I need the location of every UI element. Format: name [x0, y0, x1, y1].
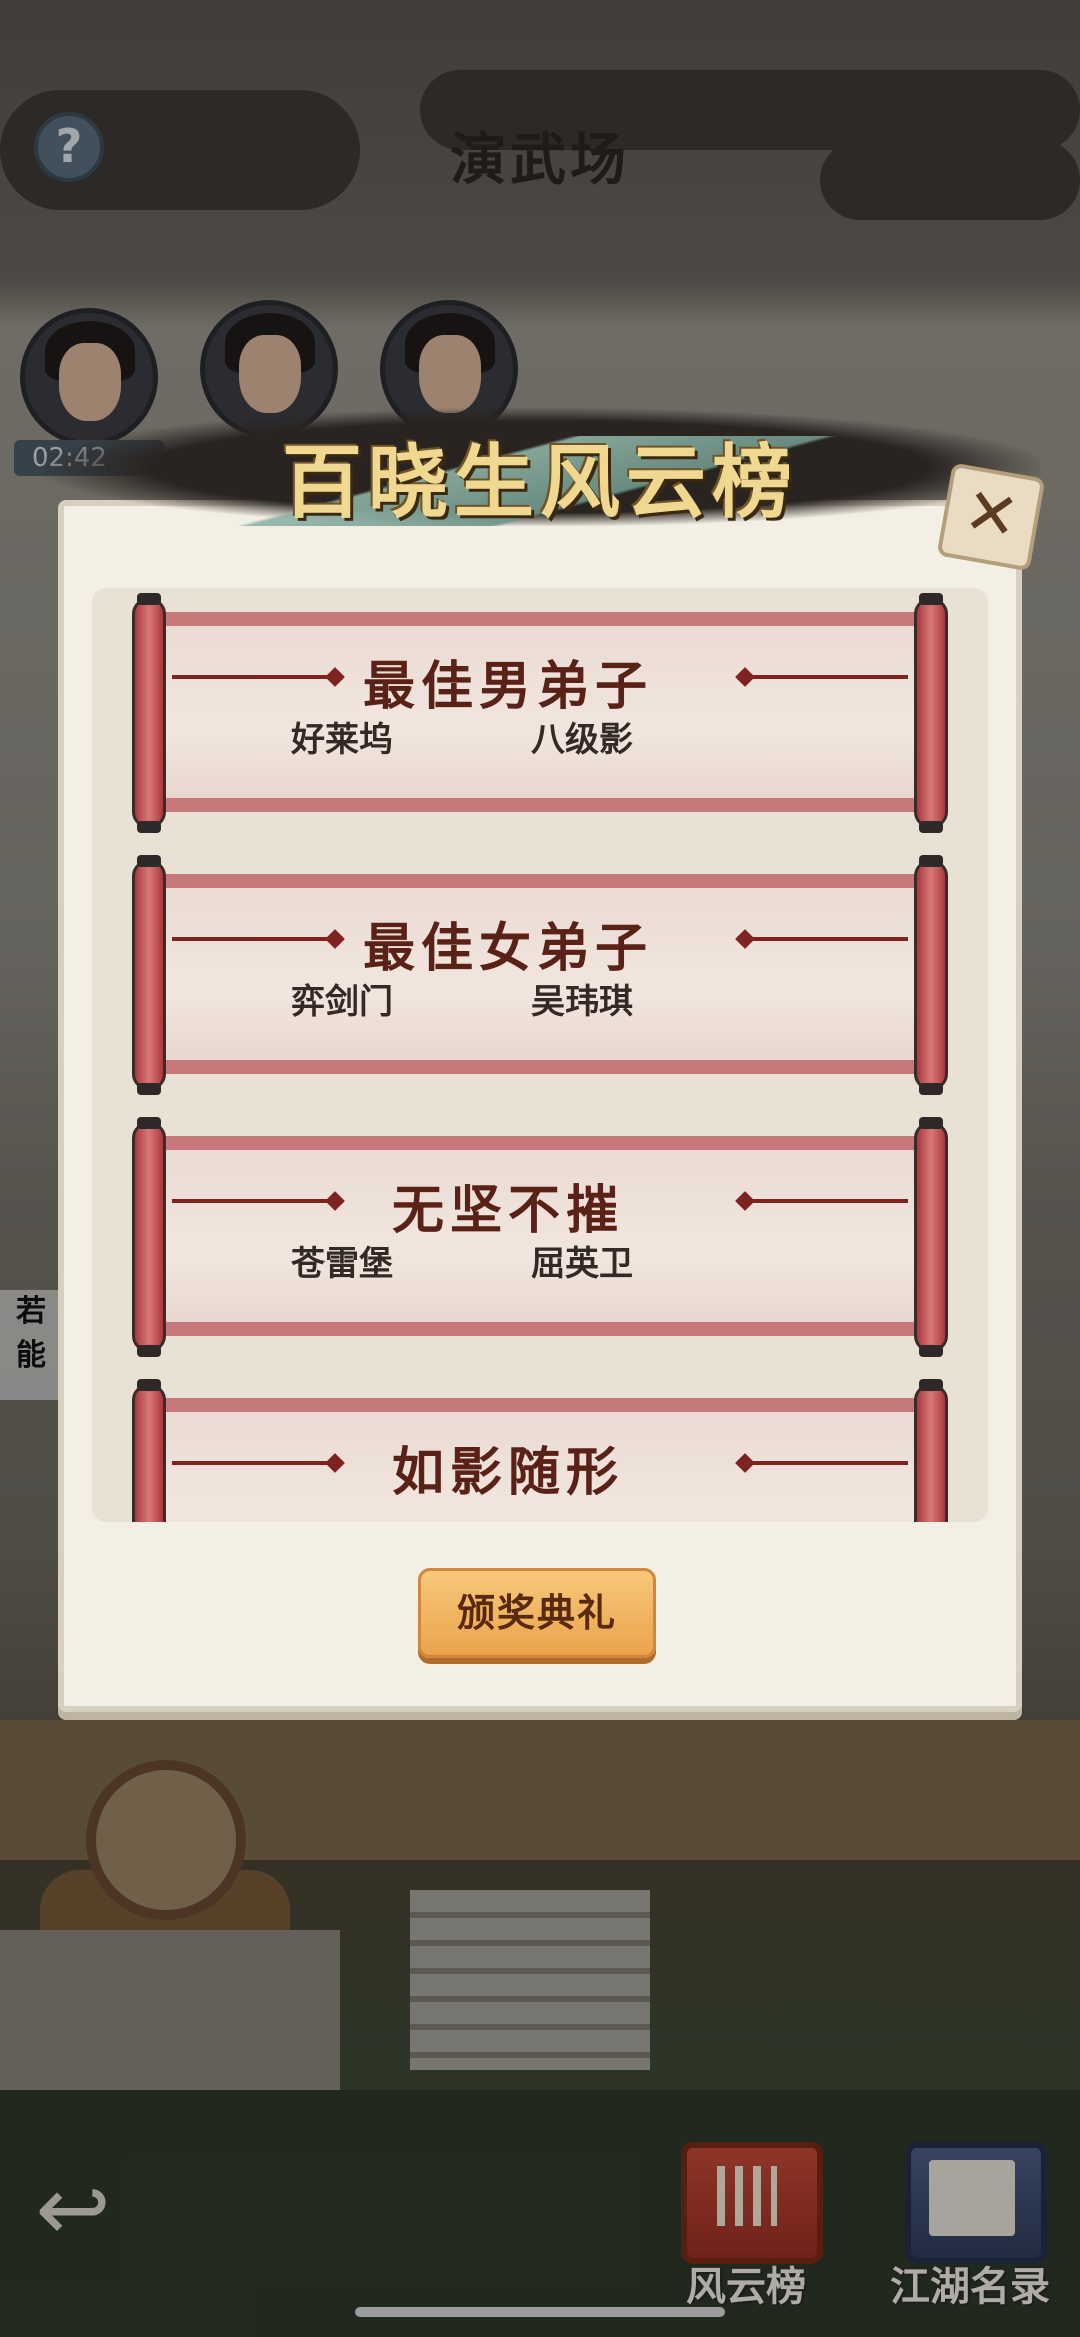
award-title: 如影随形 [391, 1442, 624, 1503]
award-scroll: 最佳男弟子 好莱坞 八级影 [132, 593, 948, 833]
award-title: 无坚不摧 [391, 1180, 624, 1241]
award-scroll: 如影随形 [132, 1379, 948, 1522]
close-icon[interactable]: ✕ [936, 462, 1046, 572]
winner-name: 苍雷堡 [291, 1244, 393, 1284]
winner-name: 八级影 [531, 720, 633, 760]
winner-name: 弈剑门 [291, 982, 393, 1022]
modal-title: 百晓生风云榜 [282, 435, 798, 529]
award-list[interactable]: 最佳男弟子 好莱坞 八级影 最佳女弟子 弈剑门 吴玮琪 无坚不摧 苍雷堡 屈英卫… [92, 588, 988, 1522]
award-title: 最佳男弟子 [362, 656, 653, 717]
award-ceremony-button[interactable]: 颁奖典礼 [418, 1568, 656, 1658]
award-title: 最佳女弟子 [362, 918, 653, 979]
award-scroll: 最佳女弟子 弈剑门 吴玮琪 [132, 855, 948, 1095]
winner-name: 好莱坞 [291, 720, 393, 760]
award-scroll: 无坚不摧 苍雷堡 屈英卫 [132, 1117, 948, 1357]
winner-name: 屈英卫 [531, 1244, 633, 1284]
winner-name: 吴玮琪 [531, 982, 633, 1022]
